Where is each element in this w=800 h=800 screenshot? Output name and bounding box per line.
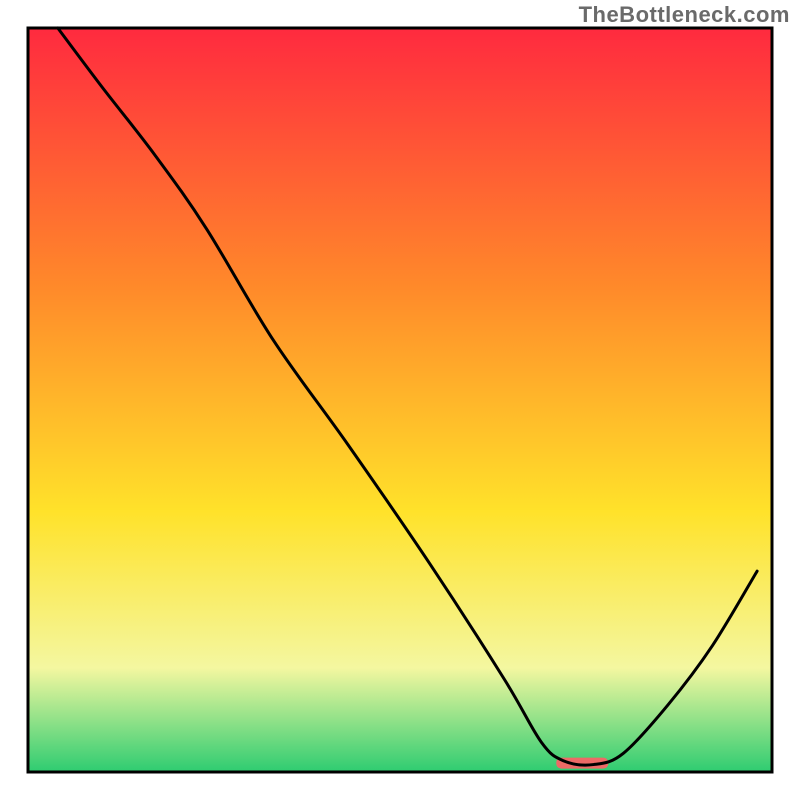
watermark-label: TheBottleneck.com bbox=[579, 2, 790, 28]
plot-background bbox=[28, 28, 772, 772]
chart-svg bbox=[0, 0, 800, 800]
bottleneck-chart: TheBottleneck.com bbox=[0, 0, 800, 800]
